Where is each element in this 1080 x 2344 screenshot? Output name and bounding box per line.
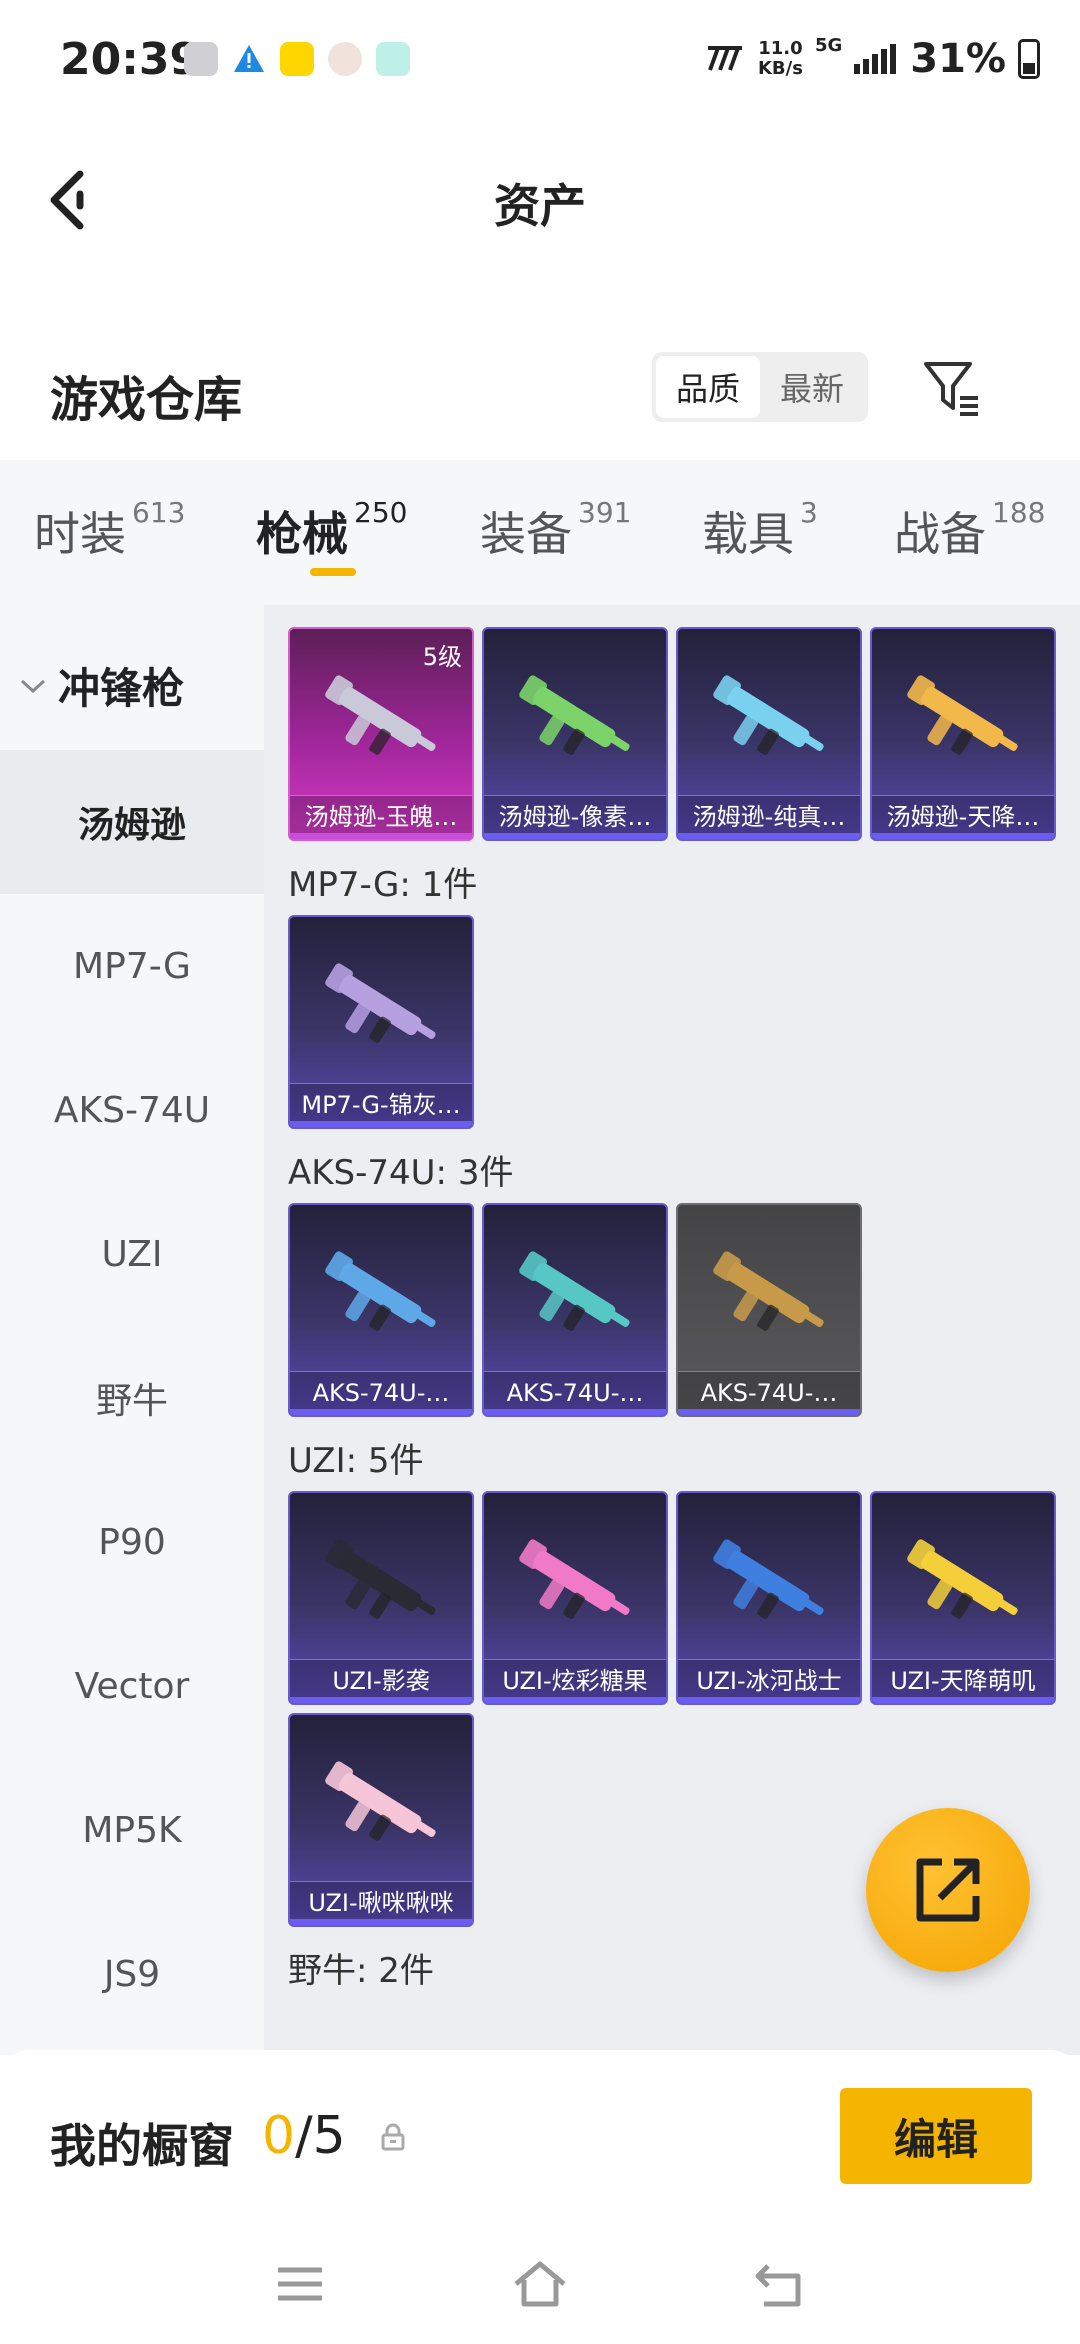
skin-card[interactable]: 汤姆逊-像素… xyxy=(482,627,668,841)
weapon-skin-image xyxy=(907,675,1018,755)
skin-card[interactable]: 汤姆逊-纯真… xyxy=(676,627,862,841)
tab-vehicles[interactable]: 载具 3 xyxy=(702,496,818,564)
category-tabs: 时装 613 枪械 250 装备 391 载具 3 战备 188 xyxy=(0,460,1080,605)
sidebar-item-bizon[interactable]: 野牛 xyxy=(0,1326,264,1470)
signal-brand-icon xyxy=(707,46,742,71)
network-speed: 11.0 KB/s xyxy=(757,38,803,79)
showcase-count: 0/5 xyxy=(262,2106,346,2166)
skin-card[interactable]: UZI-影袭 xyxy=(288,1491,474,1705)
weapon-skin-image xyxy=(907,1539,1018,1619)
warehouse-title: 游戏仓库 xyxy=(50,372,243,428)
weapon-skin-image xyxy=(519,1251,630,1331)
weapon-sidebar: 冲锋枪 汤姆逊 MP7-G AKS-74U UZI 野牛 P90 Vector … xyxy=(0,605,264,2055)
showcase-bar: 我的橱窗 0/5 编辑 xyxy=(0,2050,1080,2230)
skin-card[interactable]: 5级 汤姆逊-玉魄… xyxy=(288,627,474,841)
group-title: AKS-74U: 3件 xyxy=(288,1153,514,1193)
skin-card[interactable]: MP7-G-锦灰… xyxy=(288,915,474,1129)
network-type: 5G xyxy=(814,35,843,56)
showcase-title: 我的橱窗 xyxy=(50,2119,234,2173)
sidebar-category-label: 冲锋枪 xyxy=(58,664,185,713)
sidebar-item-vector[interactable]: Vector xyxy=(0,1614,264,1758)
sidebar-item-js9[interactable]: JS9 xyxy=(0,1902,264,2046)
rarity-stripe xyxy=(678,833,860,839)
skin-card[interactable]: UZI-冰河战士 xyxy=(676,1491,862,1705)
app-notification-icon xyxy=(280,42,314,76)
skin-card[interactable]: AKS-74U-… xyxy=(482,1203,668,1417)
skin-card[interactable]: UZI-炫彩糖果 xyxy=(482,1491,668,1705)
warning-notification-icon xyxy=(232,42,266,76)
rarity-stripe xyxy=(290,1409,472,1415)
weapon-skin-image xyxy=(325,1251,436,1331)
status-right: 11.0 KB/s 5G 31% xyxy=(706,36,1040,82)
rarity-stripe xyxy=(678,1409,860,1415)
skin-level: 5级 xyxy=(422,643,462,671)
sidebar-item-mp7g[interactable]: MP7-G xyxy=(0,894,264,1038)
tab-firearms[interactable]: 枪械 250 xyxy=(256,496,407,564)
weapon-skin-image xyxy=(713,675,824,755)
notification-icons xyxy=(184,42,410,76)
sidebar-category-smg[interactable]: 冲锋枪 xyxy=(18,655,184,716)
status-bar: 20:39 11.0 KB/s 5G 31% xyxy=(0,0,1080,120)
rarity-stripe xyxy=(872,1697,1054,1703)
skin-card[interactable]: UZI-啾咪啾咪 xyxy=(288,1713,474,1927)
page-title: 资产 xyxy=(494,179,586,233)
weapon-skin-image xyxy=(713,1251,824,1331)
signal-bars-icon xyxy=(854,44,897,74)
sidebar-item-thompson[interactable]: 汤姆逊 xyxy=(0,750,264,894)
rarity-stripe xyxy=(484,1697,666,1703)
lock-icon xyxy=(381,2123,405,2151)
group-title: 野牛: 2件 xyxy=(288,1951,434,1991)
rarity-stripe xyxy=(678,1697,860,1703)
rarity-stripe xyxy=(290,833,472,839)
weapon-skin-image xyxy=(713,1539,824,1619)
home-icon[interactable] xyxy=(510,2254,570,2314)
skin-card[interactable]: AKS-74U-… xyxy=(288,1203,474,1417)
rarity-stripe xyxy=(290,1121,472,1127)
battery-percent: 31% xyxy=(910,36,1006,82)
rarity-stripe xyxy=(484,1409,666,1415)
weapon-skin-image xyxy=(325,1761,436,1841)
weapon-skin-image xyxy=(519,1539,630,1619)
weapon-skin-image xyxy=(325,963,436,1043)
top-app-bar: 资产 xyxy=(0,140,1080,260)
chevron-down-icon xyxy=(20,679,46,693)
skin-card[interactable]: 汤姆逊-天降… xyxy=(870,627,1056,841)
skin-card[interactable]: UZI-天降萌叽 xyxy=(870,1491,1056,1705)
rarity-stripe xyxy=(484,833,666,839)
group-title: MP7-G: 1件 xyxy=(288,865,478,905)
warehouse-header: 游戏仓库 品质 最新 xyxy=(0,330,1080,450)
sidebar-item-mp5k[interactable]: MP5K xyxy=(0,1758,264,1902)
message-notification-icon xyxy=(376,42,410,76)
rarity-stripe xyxy=(290,1919,472,1925)
tab-equipment[interactable]: 装备 391 xyxy=(480,496,631,564)
menu-icon[interactable] xyxy=(270,2254,330,2314)
group-title: UZI: 5件 xyxy=(288,1441,424,1481)
weapon-skin-image xyxy=(519,675,630,755)
sort-toggle: 品质 最新 xyxy=(652,352,868,422)
tab-supplies[interactable]: 战备 188 xyxy=(894,496,1045,564)
battery-icon xyxy=(1018,39,1040,79)
edit-button[interactable]: 编辑 xyxy=(840,2088,1032,2184)
skin-card[interactable]: AKS-74U-… xyxy=(676,1203,862,1417)
weapon-skin-image xyxy=(325,675,436,755)
sidebar-item-uzi[interactable]: UZI xyxy=(0,1182,264,1326)
settings-notification-icon xyxy=(184,42,218,76)
tab-fashion[interactable]: 时装 613 xyxy=(34,496,185,564)
system-nav-bar xyxy=(0,2230,1080,2344)
avatar-notification-icon xyxy=(328,42,362,76)
share-external-icon xyxy=(916,1858,980,1922)
sidebar-item-p90[interactable]: P90 xyxy=(0,1470,264,1614)
sidebar-item-aks74u[interactable]: AKS-74U xyxy=(0,1038,264,1182)
status-time: 20:39 xyxy=(60,34,201,85)
sort-option-latest[interactable]: 最新 xyxy=(760,356,864,418)
sort-option-quality[interactable]: 品质 xyxy=(656,356,760,418)
rarity-stripe xyxy=(290,1697,472,1703)
filter-icon[interactable] xyxy=(920,356,984,420)
back-nav-icon[interactable] xyxy=(750,2254,810,2314)
active-tab-indicator xyxy=(310,568,356,576)
weapon-skin-image xyxy=(325,1539,436,1619)
rarity-stripe xyxy=(872,833,1054,839)
share-button[interactable] xyxy=(866,1808,1030,1972)
